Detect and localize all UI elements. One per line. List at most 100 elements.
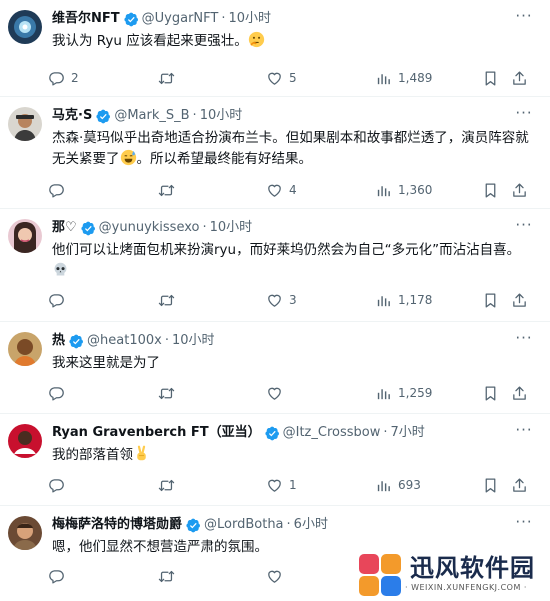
share-icon <box>511 292 528 309</box>
author-handle[interactable]: @UygarNFT <box>142 10 219 28</box>
retweet-icon <box>158 292 175 309</box>
retweet-icon <box>158 568 175 585</box>
like-button[interactable]: 1 <box>266 475 297 495</box>
tweet-3[interactable]: 那♡ @yunuykissexo · 10小时 ··· 他们可以让烤面包机来扮演… <box>0 209 550 322</box>
like-icon <box>266 182 283 199</box>
retweet-button[interactable] <box>158 383 181 403</box>
like-count: 1 <box>289 478 297 492</box>
tweet-text: 杰森·莫玛似乎出奇地适合扮演布兰卡。但如果剧本和故事都烂透了，演员阵容就无关紧要… <box>52 130 529 167</box>
author-handle[interactable]: @yunuykissexo <box>99 219 200 237</box>
author-name[interactable]: 热 <box>52 332 65 350</box>
avatar[interactable] <box>8 10 42 44</box>
views-button[interactable]: 1,489 <box>375 68 432 88</box>
bookmark-icon <box>482 70 499 87</box>
author-name[interactable]: Ryan Gravenberch FT（亚当） <box>52 424 261 442</box>
author-name[interactable]: 梅梅萨洛特的博塔勋爵 <box>52 516 182 534</box>
views-button[interactable]: 1,178 <box>375 290 432 310</box>
timestamp[interactable]: 10小时 <box>210 219 253 237</box>
reply-button[interactable] <box>48 566 71 586</box>
bookmark-icon <box>482 182 499 199</box>
like-button[interactable]: 3 <box>266 290 297 310</box>
like-count: 3 <box>289 293 297 307</box>
timestamp[interactable]: 6小时 <box>294 516 328 534</box>
views-icon <box>375 292 392 309</box>
reply-button[interactable] <box>48 383 71 403</box>
avatar[interactable] <box>8 516 42 550</box>
like-button[interactable] <box>266 566 289 586</box>
timestamp[interactable]: 7小时 <box>391 424 425 442</box>
bookmark-button[interactable] <box>482 383 499 403</box>
reply-button[interactable] <box>48 475 71 495</box>
author-name[interactable]: 马克·S <box>52 107 92 125</box>
retweet-icon <box>158 182 175 199</box>
share-button[interactable] <box>511 68 528 88</box>
avatar[interactable] <box>8 219 42 253</box>
author-handle[interactable]: @LordBotha <box>204 516 284 534</box>
watermark-title: 迅风软件园 <box>410 554 535 582</box>
more-options-icon[interactable]: ··· <box>512 330 536 350</box>
share-icon <box>511 70 528 87</box>
reply-icon <box>48 385 65 402</box>
avatar[interactable] <box>8 107 42 141</box>
share-button[interactable] <box>511 475 528 495</box>
bookmark-icon <box>482 292 499 309</box>
more-options-icon[interactable]: ··· <box>512 217 536 237</box>
tweet-4[interactable]: 热 @heat100x · 10小时 ··· 我来这里就是为了 1,259 <box>0 322 550 414</box>
bookmark-button[interactable] <box>482 475 499 495</box>
more-options-icon[interactable]: ··· <box>512 8 536 28</box>
bookmark-button[interactable] <box>482 290 499 310</box>
author-handle[interactable]: @Itz_Crossbow <box>283 424 381 442</box>
victory-hand-emoji-icon <box>137 445 146 461</box>
timestamp[interactable]: 10小时 <box>200 107 243 125</box>
reply-button[interactable] <box>48 290 71 310</box>
retweet-button[interactable] <box>158 566 181 586</box>
like-icon <box>266 385 283 402</box>
like-button[interactable]: 4 <box>266 180 297 200</box>
sweat-smile-emoji-icon <box>120 149 136 166</box>
reply-button[interactable]: 2 <box>48 68 79 88</box>
bookmark-button[interactable] <box>482 68 499 88</box>
timestamp[interactable]: 10小时 <box>228 10 271 28</box>
verified-badge-icon <box>186 518 201 533</box>
more-options-icon[interactable]: ··· <box>512 105 536 125</box>
tweet-2[interactable]: 马克·S @Mark_S_B · 10小时 ··· 杰森·莫玛似乎出奇地适合扮演… <box>0 97 550 209</box>
tweet-text: 我认为 Ryu 应该看起来更强壮。 <box>52 31 534 52</box>
views-button[interactable]: 1,259 <box>375 383 432 403</box>
reply-icon <box>48 70 65 87</box>
reply-icon <box>48 477 65 494</box>
like-icon <box>266 292 283 309</box>
share-button[interactable] <box>511 290 528 310</box>
retweet-button[interactable] <box>158 475 181 495</box>
timestamp[interactable]: 10小时 <box>172 332 215 350</box>
verified-badge-icon <box>69 334 84 349</box>
retweet-button[interactable] <box>158 290 181 310</box>
retweet-button[interactable] <box>158 68 181 88</box>
verified-badge-icon <box>265 426 280 441</box>
share-button[interactable] <box>511 383 528 403</box>
more-options-icon[interactable]: ··· <box>512 422 536 442</box>
reply-icon <box>48 292 65 309</box>
avatar[interactable] <box>8 424 42 458</box>
views-button[interactable]: 693 <box>375 475 421 495</box>
retweet-icon <box>158 477 175 494</box>
more-options-icon[interactable]: ··· <box>512 514 536 534</box>
reply-button[interactable] <box>48 180 71 200</box>
retweet-button[interactable] <box>158 180 181 200</box>
avatar[interactable] <box>8 332 42 366</box>
author-name[interactable]: 那♡ <box>52 219 77 237</box>
author-name[interactable]: 维吾尔NFT <box>52 10 120 28</box>
bookmark-button[interactable] <box>482 180 499 200</box>
tweet-5[interactable]: Ryan Gravenberch FT（亚当） @Itz_Crossbow · … <box>0 414 550 506</box>
view-count: 1,259 <box>398 386 433 400</box>
like-button[interactable] <box>266 383 289 403</box>
author-handle[interactable]: @Mark_S_B <box>114 107 189 125</box>
share-button[interactable] <box>511 180 528 200</box>
tweet-1[interactable]: 维吾尔NFT @UygarNFT · 10小时 ··· 我认为 Ryu 应该看起… <box>0 0 550 97</box>
like-button[interactable]: 5 <box>266 68 297 88</box>
author-handle[interactable]: @heat100x <box>87 332 162 350</box>
reply-icon <box>48 182 65 199</box>
retweet-icon <box>158 385 175 402</box>
retweet-icon <box>158 70 175 87</box>
watermark-logo-icon <box>359 554 401 596</box>
views-button[interactable]: 1,360 <box>375 180 432 200</box>
